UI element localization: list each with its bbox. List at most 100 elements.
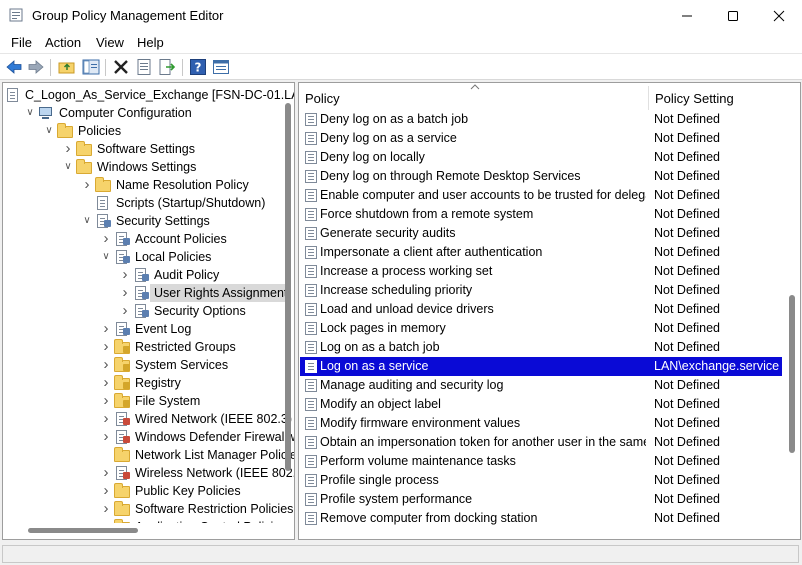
expand-chevron-icon[interactable]: › [100, 410, 112, 428]
policy-row[interactable]: Load and unload device drivers Not Define… [300, 300, 782, 319]
policy-doc-icon [5, 88, 21, 102]
policy-row[interactable]: Perform volume maintenance tasks Not Defi… [300, 452, 782, 471]
policy-row[interactable]: Deny log on locally Not Defined [300, 148, 782, 167]
filter-view-icon[interactable] [212, 58, 230, 76]
expand-chevron-icon[interactable]: › [100, 320, 112, 338]
gpo-editor-icon [9, 8, 23, 22]
close-icon [773, 10, 785, 21]
policy-icon [305, 455, 317, 468]
expand-chevron-icon[interactable]: › [100, 482, 112, 500]
show-tree-icon[interactable] [82, 58, 100, 76]
policy-row[interactable]: Profile single process Not Defined [300, 471, 782, 490]
list-vertical-scrollbar[interactable] [789, 295, 795, 453]
menu-help[interactable]: Help [137, 35, 164, 50]
policy-row[interactable]: Impersonate a client after authenticatio… [300, 243, 782, 262]
expand-chevron-icon[interactable]: › [100, 356, 112, 374]
tree-pane[interactable]: C_Logon_As_Service_Exchange [FSN-DC-01.L… [2, 82, 295, 540]
policy-row-selected[interactable]: Log on as a service LAN\exchange.service [300, 357, 782, 376]
policy-row[interactable]: Remove computer from docking station Not … [300, 509, 782, 528]
expand-chevron-icon[interactable]: › [100, 500, 112, 518]
tree-node-label: Restricted Groups [135, 340, 236, 354]
tree-horizontal-scrollbar[interactable] [28, 528, 138, 533]
column-header-policy-setting[interactable]: Policy Setting [655, 85, 734, 113]
policy-row[interactable]: Generate security audits Not Defined [300, 224, 782, 243]
policy-row[interactable]: Obtain an impersonation token for anothe… [300, 433, 782, 452]
policy-row[interactable]: Lock pages in memory Not Defined [300, 319, 782, 338]
up-folder-icon[interactable] [58, 58, 76, 76]
expand-chevron-icon[interactable]: › [81, 176, 93, 194]
policy-setting-value: Not Defined [654, 473, 721, 487]
policy-row[interactable]: Log on as a batch job Not Defined [300, 338, 782, 357]
policy-name: Force shutdown from a remote system [320, 207, 534, 221]
collapse-chevron-icon[interactable]: ∨ [81, 212, 93, 230]
folder-icon [76, 159, 92, 174]
expand-chevron-icon[interactable]: › [119, 302, 131, 320]
policy-icon [305, 474, 317, 487]
back-arrow-icon[interactable] [5, 58, 23, 76]
network-icon [114, 466, 130, 480]
collapse-chevron-icon[interactable]: ∨ [43, 122, 55, 140]
menu-action[interactable]: Action [45, 35, 81, 50]
help-icon[interactable]: ? [189, 58, 207, 76]
expand-chevron-icon[interactable]: › [100, 338, 112, 356]
policy-list-pane[interactable]: Policy Policy Setting Deny log on as a b… [298, 82, 801, 540]
menu-view[interactable]: View [96, 35, 124, 50]
policy-row[interactable]: Modify an object label Not Defined [300, 395, 782, 414]
policy-row[interactable]: Deny log on as a service Not Defined [300, 129, 782, 148]
forward-arrow-icon[interactable] [27, 58, 45, 76]
policy-row[interactable]: Deny log on as a batch job Not Defined [300, 110, 782, 129]
expand-chevron-icon[interactable]: › [119, 266, 131, 284]
folder-icon [114, 483, 130, 498]
minimize-button[interactable] [664, 0, 710, 31]
menu-bar: File Action View Help [0, 31, 802, 53]
policy-icon [305, 360, 317, 373]
policy-row[interactable]: Increase a process working set Not Define… [300, 262, 782, 281]
collapse-chevron-icon[interactable]: ∨ [24, 104, 36, 122]
tree-node-label: Security Options [154, 304, 246, 318]
policy-name: Lock pages in memory [320, 321, 446, 335]
column-header-policy[interactable]: Policy [305, 85, 340, 113]
security-folder-icon [114, 357, 130, 372]
expand-chevron-icon[interactable]: › [100, 230, 112, 248]
collapse-chevron-icon[interactable]: ∨ [62, 158, 74, 176]
delete-icon[interactable] [112, 58, 130, 76]
status-bar [0, 543, 802, 565]
policy-row[interactable]: Profile system performance Not Defined [300, 490, 782, 509]
tree-node-label: Windows Defender Firewall with Advanced … [135, 430, 294, 444]
policy-setting-value: Not Defined [654, 511, 721, 525]
close-button[interactable] [756, 0, 802, 31]
expand-chevron-icon[interactable]: › [100, 374, 112, 392]
expand-chevron-icon[interactable]: › [100, 518, 112, 523]
policy-row[interactable]: Increase scheduling priority Not Defined [300, 281, 782, 300]
folder-icon [114, 501, 130, 516]
expand-chevron-icon[interactable]: › [119, 284, 131, 302]
tree-node-label: Local Policies [135, 250, 212, 264]
export-list-icon[interactable] [158, 58, 176, 76]
policy-name: Impersonate a client after authenticatio… [320, 245, 543, 259]
tree-vertical-scrollbar[interactable] [285, 103, 291, 471]
collapse-chevron-icon[interactable]: ∨ [100, 248, 112, 266]
policy-setting-value: Not Defined [654, 435, 721, 449]
policy-list: Deny log on as a batch job Not Defined Den… [299, 110, 800, 539]
expand-chevron-icon[interactable]: › [62, 140, 74, 158]
expand-chevron-icon[interactable]: › [100, 428, 112, 446]
policy-row[interactable]: Force shutdown from a remote system Not D… [300, 205, 782, 224]
policy-name: Perform volume maintenance tasks [320, 454, 516, 468]
policy-setting-value: Not Defined [654, 340, 721, 354]
menu-file[interactable]: File [11, 35, 32, 50]
policy-row[interactable]: Deny log on through Remote Desktop Servi… [300, 167, 782, 186]
toolbar: ? [0, 53, 802, 80]
expand-chevron-icon[interactable]: › [100, 464, 112, 482]
properties-icon[interactable] [135, 58, 153, 76]
maximize-button[interactable] [710, 0, 756, 31]
policy-row[interactable]: Manage auditing and security log Not Defi… [300, 376, 782, 395]
status-bar-panel [2, 545, 799, 563]
policy-row[interactable]: Modify firmware environment values Not De… [300, 414, 782, 433]
expand-chevron-icon[interactable]: › [100, 392, 112, 410]
policy-icon [305, 246, 317, 259]
policy-row[interactable]: Enable computer and user accounts to be … [300, 186, 782, 205]
title-bar: Group Policy Management Editor [0, 0, 802, 31]
policy-icon [305, 151, 317, 164]
policy-icon [305, 417, 317, 430]
security-icon [114, 322, 130, 336]
